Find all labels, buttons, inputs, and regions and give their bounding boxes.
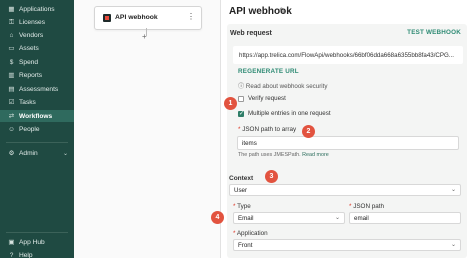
sidebar-item-spend[interactable]: $ Spend	[0, 56, 74, 68]
sidebar-item-label: Workflows	[19, 112, 53, 120]
multiple-entries-label: Multiple entries in one request	[248, 110, 331, 117]
verify-request-checkbox-row[interactable]: Verify request	[238, 95, 286, 102]
settings-panel: API webhook ✎ Web request TEST WEBHOOK h…	[221, 0, 474, 258]
web-request-card: Web request TEST WEBHOOK https://app.tre…	[227, 24, 467, 258]
chevron-down-icon: ⌄	[62, 150, 68, 157]
sidebar-item-applications[interactable]: ▦ Applications	[0, 3, 74, 15]
gear-icon: ⚙	[8, 149, 15, 157]
checklist-icon: ☑	[8, 98, 15, 106]
sidebar-divider	[6, 142, 68, 143]
sidebar-item-label: Assets	[19, 44, 39, 52]
app-hub-icon: ▣	[8, 238, 15, 246]
test-webhook-button[interactable]: TEST WEBHOOK	[407, 29, 461, 36]
dollar-icon: $	[9, 58, 14, 66]
sidebar-item-people[interactable]: ☺ People	[0, 123, 74, 135]
annotation-badge-2: 2	[302, 125, 315, 138]
chevron-down-icon: ⌄	[450, 242, 456, 248]
node-title: API webhook	[115, 14, 158, 21]
sidebar-item-reports[interactable]: ▥ Reports	[0, 69, 74, 81]
json-path-array-label: * JSON path to array	[238, 126, 296, 133]
sidebar-item-label: Vendors	[19, 31, 44, 39]
sidebar-item-label: Spend	[19, 58, 39, 66]
chevron-down-icon: ⌄	[450, 187, 456, 193]
sidebar-item-licenses[interactable]: ⚿ Licenses	[0, 16, 74, 28]
sidebar-item-admin[interactable]: ⚙ Admin ⌄	[0, 147, 74, 159]
info-icon: ⓘ	[238, 83, 245, 90]
json-path-label: * JSON path	[349, 203, 384, 210]
verify-request-checkbox[interactable]	[238, 95, 244, 102]
webhook-url-text: https://app.trelica.com/FlowApi/webhooks…	[239, 52, 454, 59]
read-about-link[interactable]: ⓘ Read about webhook security	[238, 81, 327, 90]
verify-request-label: Verify request	[248, 95, 286, 102]
sidebar-item-label: Reports	[19, 71, 43, 79]
annotation-badge-4: 4	[211, 211, 224, 224]
chart-icon: ▥	[8, 71, 15, 79]
sidebar-item-label: Assessments	[19, 85, 59, 93]
sidebar-item-app-hub[interactable]: ▣ App Hub	[0, 236, 74, 248]
type-label-text: Type	[237, 203, 251, 210]
read-more-link[interactable]: Read more	[302, 152, 329, 158]
sidebar-item-label: Tasks	[19, 98, 36, 106]
sidebar-item-vendors[interactable]: ⌂ Vendors	[0, 29, 74, 41]
add-step-button[interactable]: +	[142, 32, 147, 41]
type-select[interactable]: Email ⌄	[233, 212, 345, 224]
sidebar-item-label: People	[19, 125, 40, 133]
sidebar-divider	[6, 232, 68, 233]
json-path-input[interactable]: email	[349, 212, 461, 224]
sidebar-item-assets[interactable]: ▭ Assets	[0, 42, 74, 54]
chevron-down-icon: ⌄	[334, 215, 340, 221]
application-label-text: Application	[236, 230, 268, 237]
trelica-logo-icon	[103, 14, 111, 22]
sidebar-item-label: Applications	[19, 5, 55, 13]
application-select-value: Front	[238, 242, 253, 249]
more-vertical-icon[interactable]: ⋮	[187, 12, 195, 21]
sidebar: ▦ Applications ⚿ Licenses ⌂ Vendors ▭ As…	[0, 0, 74, 261]
grid-icon: ▦	[8, 5, 15, 13]
read-about-text: Read about webhook security	[245, 83, 328, 90]
key-icon: ⚿	[9, 18, 14, 26]
sidebar-item-assessments[interactable]: ▤ Assessments	[0, 83, 74, 95]
help-icon: ?	[9, 251, 14, 259]
store-icon: ⌂	[9, 31, 14, 39]
context-title: Context	[229, 175, 254, 182]
type-select-value: Email	[238, 215, 254, 222]
context-select-value: User	[234, 187, 248, 194]
jmespath-hint: The path uses JMESPath. Read more	[238, 152, 329, 158]
type-label: * Type	[233, 203, 251, 210]
clipboard-icon: ▤	[8, 85, 15, 93]
sidebar-item-tasks[interactable]: ☑ Tasks	[0, 96, 74, 108]
annotation-badge-3: 3	[265, 170, 278, 183]
sidebar-item-label: Help	[19, 251, 33, 259]
people-icon: ☺	[8, 125, 15, 133]
workflow-node-api-webhook[interactable]: API webhook ⋮	[94, 6, 202, 30]
pencil-icon[interactable]: ✎	[279, 6, 287, 17]
multiple-entries-checkbox-row[interactable]: Multiple entries in one request	[238, 110, 331, 117]
webhook-url-field[interactable]: https://app.trelica.com/FlowApi/webhooks…	[233, 46, 463, 64]
sidebar-item-label: Licenses	[19, 18, 46, 26]
application-select[interactable]: Front ⌄	[233, 239, 461, 251]
sidebar-item-label: Admin	[19, 149, 38, 157]
application-label: * Application	[233, 230, 268, 237]
flow-icon: ⇄	[8, 112, 15, 120]
sidebar-item-workflows[interactable]: ⇄ Workflows	[0, 110, 74, 122]
sidebar-item-help[interactable]: ? Help	[0, 249, 74, 261]
hint-text: The path uses JMESPath.	[238, 152, 301, 158]
json-path-array-label-text: JSON path to array	[242, 126, 297, 133]
multiple-entries-checkbox[interactable]	[238, 110, 244, 117]
context-select[interactable]: User ⌄	[229, 184, 461, 196]
json-path-label-text: JSON path	[353, 203, 385, 210]
web-request-title: Web request	[230, 30, 272, 37]
sidebar-item-label: App Hub	[19, 238, 45, 246]
regenerate-url-button[interactable]: REGENERATE URL	[238, 68, 299, 75]
annotation-badge-1: 1	[224, 97, 237, 110]
json-path-array-input[interactable]: items	[237, 136, 459, 150]
laptop-icon: ▭	[8, 44, 15, 52]
workflow-canvas[interactable]: API webhook ⋮ +	[74, 0, 221, 258]
